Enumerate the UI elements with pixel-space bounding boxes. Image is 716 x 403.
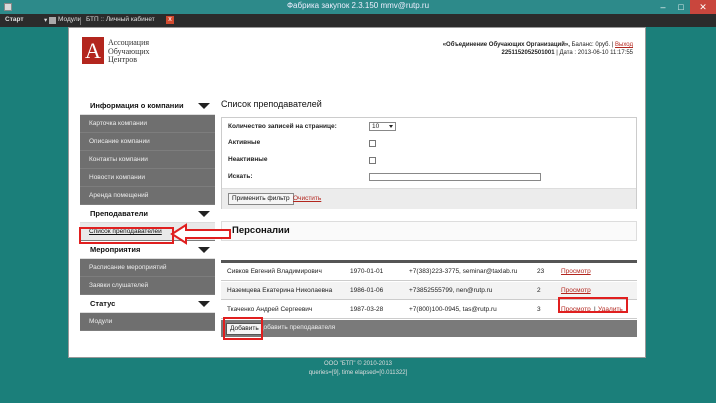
logo-text: Ассоциация Обучающих Центров <box>108 38 150 64</box>
sidebar-section-teachers[interactable]: Преподаватели <box>80 205 215 223</box>
teacher-name: Наземцева Екатерина Николаевна <box>227 287 333 294</box>
triangle-down-icon <box>198 211 210 217</box>
start-menu[interactable]: Старт <box>5 16 24 23</box>
active-label: Активные <box>228 139 261 146</box>
table-row: Сивков Евгений Владимирович 1970-01-01 +… <box>221 263 637 281</box>
sidebar: Информация о компании Карточка компании … <box>80 97 215 331</box>
teacher-count: 2 <box>537 287 541 294</box>
modules-icon[interactable] <box>49 17 56 24</box>
teacher-count: 3 <box>537 306 541 313</box>
close-window-icon[interactable]: ✕ <box>690 0 716 14</box>
window-titlebar: Фабрика закупок 2.3.150 mmv@rutp.ru – □ … <box>0 0 716 14</box>
teacher-date: 1970-01-01 <box>350 268 384 275</box>
page-title: Список преподавателей <box>221 99 322 109</box>
close-tab-icon[interactable]: x <box>166 16 174 24</box>
sidebar-item-company-card[interactable]: Карточка компании <box>80 115 215 133</box>
teacher-contact: +7(800)100-0945, tas@rutp.ru <box>409 306 497 313</box>
page-footer: ООО "БТП" © 2010-2013 queries=[9], time … <box>0 360 716 378</box>
sidebar-section-status[interactable]: Статус <box>80 295 215 313</box>
view-link[interactable]: Просмотр <box>561 268 591 275</box>
sidebar-item-events-schedule[interactable]: Расписание мероприятий <box>80 259 215 277</box>
table-row: Ткаченко Андрей Сергеевич 1987-03-28 +7(… <box>221 301 637 319</box>
view-link[interactable]: Просмотр <box>561 287 591 294</box>
view-link[interactable]: Просмотр <box>561 306 591 313</box>
app-toolbar: Старт ▾ Модули БТП :: Личный кабинет x <box>0 14 716 27</box>
sidebar-item-company-contacts[interactable]: Контакты компании <box>80 151 215 169</box>
section-header: Персоналии <box>221 221 637 241</box>
add-button[interactable]: Добавить <box>226 323 263 335</box>
delete-link[interactable]: Удалить <box>598 306 623 313</box>
window-title: Фабрика закупок 2.3.150 mmv@rutp.ru <box>286 1 430 10</box>
triangle-down-icon <box>198 247 210 253</box>
filter-footer: Применить фильтр Очистить <box>222 188 636 209</box>
teacher-count: 23 <box>537 268 545 275</box>
teacher-date: 1987-03-28 <box>350 306 384 313</box>
sidebar-item-company-news[interactable]: Новости компании <box>80 169 215 187</box>
copyright: ООО "БТП" © 2010-2013 <box>323 361 393 367</box>
sidebar-item-premises-rent[interactable]: Аренда помещений <box>80 187 215 205</box>
maximize-icon[interactable]: □ <box>672 0 690 14</box>
inactive-checkbox[interactable] <box>369 157 376 164</box>
filter-panel: Количество записей на странице: 10 Актив… <box>221 117 637 209</box>
active-checkbox[interactable] <box>369 140 376 147</box>
org-id: 2251152052501001 <box>501 50 555 56</box>
annotation-arrow-icon <box>170 223 231 245</box>
triangle-down-icon <box>198 103 210 109</box>
teachers-table: Сивков Евгений Владимирович 1970-01-01 +… <box>221 260 637 319</box>
org-name: «Объединение Обучающих Организаций», <box>442 42 570 48</box>
sidebar-section-company[interactable]: Информация о компании <box>80 97 215 115</box>
debug-info: queries=[9], time elapsed=[0.011322] <box>308 370 408 376</box>
chevron-down-icon <box>389 125 393 128</box>
reset-filter-link[interactable]: Очистить <box>293 195 321 202</box>
add-teacher-label: Добавить преподавателя <box>259 324 336 331</box>
inactive-label: Неактивные <box>228 156 268 163</box>
add-teacher-bar: Добавить Добавить преподавателя <box>221 320 637 337</box>
teacher-name: Сивков Евгений Владимирович <box>227 268 322 275</box>
link-separator: | <box>594 306 596 313</box>
teacher-contact: +73852555799, nen@rutp.ru <box>409 287 493 294</box>
balance: Баланс: 0руб. | <box>569 42 614 48</box>
logo-icon[interactable]: А <box>82 37 104 64</box>
teacher-contact: +7(383)223-3775, seminar@taxlab.ru <box>409 268 518 275</box>
section-title: Персоналии <box>232 225 290 236</box>
search-input[interactable] <box>369 173 541 181</box>
tab-btp-cabinet[interactable]: БТП :: Личный кабинет <box>86 16 155 23</box>
minimize-icon[interactable]: – <box>654 0 672 14</box>
current-date: | Дата : 2013-06-10 11:17:55 <box>554 50 633 56</box>
sidebar-item-company-description[interactable]: Описание компании <box>80 133 215 151</box>
table-row: Наземцева Екатерина Николаевна 1986-01-0… <box>221 282 637 300</box>
search-label: Искать: <box>228 173 253 180</box>
chevron-down-icon[interactable]: ▾ <box>44 16 47 24</box>
modules-menu[interactable]: Модули <box>58 16 81 23</box>
per-page-label: Количество записей на странице: <box>228 123 337 130</box>
logout-link[interactable]: Выход <box>615 42 633 48</box>
toolbar-divider <box>80 17 81 25</box>
user-info: «Объединение Обучающих Организаций», Бал… <box>443 41 633 57</box>
triangle-down-icon <box>198 301 210 307</box>
teacher-date: 1986-01-06 <box>350 287 384 294</box>
per-page-select[interactable]: 10 <box>369 122 396 131</box>
sidebar-item-listener-requests[interactable]: Заявки слушателей <box>80 277 215 295</box>
teacher-name: Ткаченко Андрей Сергеевич <box>227 306 313 313</box>
apply-filter-button[interactable]: Применить фильтр <box>228 193 294 205</box>
page-container: А Ассоциация Обучающих Центров «Объедине… <box>68 27 646 358</box>
sidebar-item-modules[interactable]: Модули <box>80 313 215 331</box>
